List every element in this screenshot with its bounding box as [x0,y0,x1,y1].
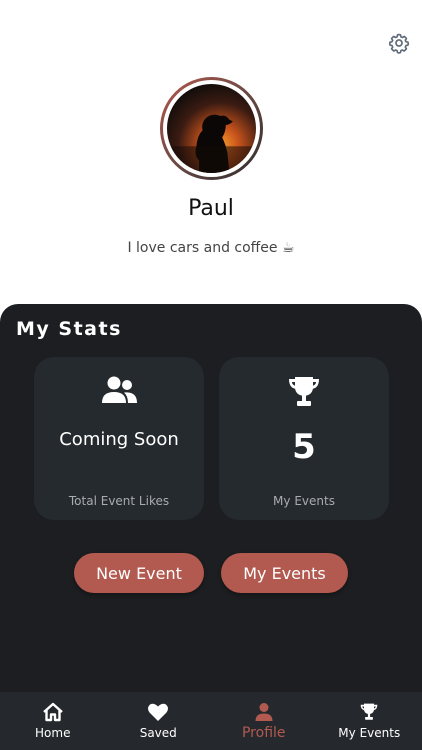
settings-button[interactable] [386,30,412,56]
my-events-caption: My Events [273,494,335,508]
nav-my-events[interactable]: My Events [317,692,422,750]
avatar-photo [167,84,256,173]
bottom-nav: Home Saved Profile My Events [0,692,422,750]
total-likes-value: Coming Soon [59,429,179,450]
total-likes-card: Coming Soon Total Event Likes [34,357,204,520]
profile-bio: I love cars and coffee ☕ [127,240,295,256]
avatar[interactable] [160,77,263,180]
profile-screen: Paul I love cars and coffee ☕ My Stats C… [0,0,422,750]
stats-title: My Stats [16,318,122,340]
profile-name: Paul [188,196,234,221]
people-icon [102,376,137,403]
nav-profile[interactable]: Profile [211,692,317,750]
heart-icon [148,703,169,721]
trophy-icon [360,703,378,720]
nav-home[interactable]: Home [0,692,106,750]
home-icon [42,702,63,722]
nav-my-events-label: My Events [338,726,401,740]
total-likes-caption: Total Event Likes [68,494,170,508]
my-events-count: 5 [292,427,316,467]
nav-saved[interactable]: Saved [106,692,212,750]
nav-profile-label: Profile [241,725,286,741]
gear-icon [388,33,410,54]
stats-panel: My Stats Coming Soon Total Event Likes 5… [0,304,422,692]
avatar-frame [163,80,260,177]
nav-saved-label: Saved [139,726,177,740]
person-icon [255,703,273,721]
silhouette-image [167,114,256,173]
nav-home-label: Home [35,726,71,740]
trophy-icon [289,377,319,406]
my-events-card[interactable]: 5 My Events [219,357,389,520]
new-event-button[interactable]: New Event [74,553,204,593]
my-events-button[interactable]: My Events [221,553,348,593]
